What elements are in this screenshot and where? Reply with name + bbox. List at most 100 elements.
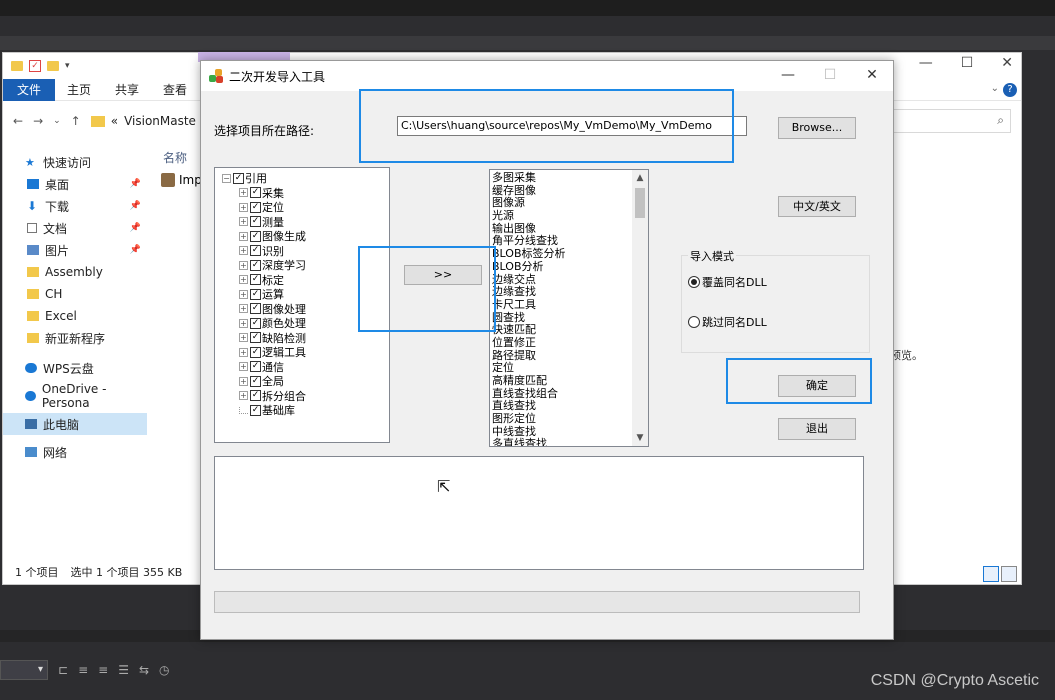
help-icon[interactable]: ?: [1003, 83, 1017, 97]
expand-icon[interactable]: +: [239, 347, 248, 357]
radio-skip-dll[interactable]: 跳过同名DLL: [688, 314, 767, 330]
expand-icon[interactable]: +: [239, 275, 248, 285]
radio-overwrite-dll[interactable]: 覆盖同名DLL: [688, 274, 767, 290]
new-folder-icon[interactable]: [47, 61, 59, 71]
radio-button[interactable]: [688, 316, 700, 328]
expand-icon[interactable]: +: [239, 376, 248, 386]
tree-item[interactable]: + ✓ 采集: [239, 186, 306, 201]
checkbox-checked[interactable]: ✓: [250, 201, 261, 213]
nav-item-desktop[interactable]: 桌面 📌: [3, 173, 147, 195]
nav-item-ch[interactable]: CH: [3, 283, 147, 305]
search-input[interactable]: ⌕: [886, 109, 1011, 133]
checkbox-checked[interactable]: ✓: [250, 390, 261, 402]
properties-icon[interactable]: ✓: [29, 60, 41, 72]
expand-icon[interactable]: +: [239, 202, 248, 212]
list-item[interactable]: 位置修正: [492, 336, 632, 350]
list-item[interactable]: 图形定位: [492, 412, 632, 426]
align-right-icon[interactable]: ≡: [98, 663, 108, 677]
align-center-icon[interactable]: ≡: [78, 663, 88, 677]
nav-item-pictures[interactable]: 图片 📌: [3, 239, 147, 261]
browse-button[interactable]: Browse...: [778, 117, 856, 139]
large-icons-view-icon[interactable]: [1001, 566, 1017, 582]
checkbox-checked[interactable]: ✓: [233, 172, 244, 184]
ribbon-tab-view[interactable]: 查看: [151, 81, 199, 98]
back-icon[interactable]: ←: [13, 114, 23, 128]
checkbox-checked[interactable]: ✓: [250, 259, 261, 271]
close-icon[interactable]: ✕: [1001, 55, 1013, 71]
expand-icon[interactable]: +: [239, 289, 248, 299]
tree-item[interactable]: + ✓ 通信: [239, 360, 306, 375]
reference-tree[interactable]: − ✓ 引用 + ✓ 采集 + ✓ 定位 + ✓ 测量 + ✓ 图像生成 + ✓ 识别 + ✓ 深度学习 + ✓ 标定 +…: [214, 167, 390, 443]
list-item[interactable]: 光源: [492, 209, 632, 223]
checkbox-checked[interactable]: ✓: [250, 404, 261, 416]
ribbon-tab-share[interactable]: 共享: [103, 81, 151, 98]
up-icon[interactable]: ↑: [71, 114, 81, 128]
history-dropdown-icon[interactable]: ⌄: [53, 116, 61, 126]
nav-wps-cloud[interactable]: WPS云盘: [3, 357, 147, 379]
nav-item-xinya[interactable]: 新亚新程序: [3, 327, 147, 349]
tree-item[interactable]: + ✓ 缺陷检测: [239, 331, 306, 346]
align-left-icon[interactable]: ⊏: [58, 663, 68, 677]
exit-button[interactable]: 退出: [778, 418, 856, 440]
tree-item[interactable]: + ✓ 图像生成: [239, 229, 306, 244]
radio-button[interactable]: [688, 276, 700, 288]
forward-icon[interactable]: →: [33, 114, 43, 128]
move-right-button[interactable]: >>: [404, 265, 482, 285]
address-path[interactable]: « VisionMaste: [90, 114, 196, 128]
nav-item-excel[interactable]: Excel: [3, 305, 147, 327]
details-view-icon[interactable]: [983, 566, 999, 582]
minimize-icon[interactable]: —: [919, 55, 933, 71]
scroll-up-icon[interactable]: ▲: [632, 170, 648, 186]
log-output-box[interactable]: [214, 456, 864, 570]
checkbox-checked[interactable]: ✓: [250, 332, 261, 344]
tree-item[interactable]: + ✓ 定位: [239, 200, 306, 215]
tool-listbox[interactable]: 多图采集 缓存图像 图像源 光源 输出图像 角平分线查找 BLOB标签分析 BLOB分析 边缘交…: [489, 169, 649, 447]
scroll-down-icon[interactable]: ▼: [632, 430, 648, 446]
checkbox-checked[interactable]: ✓: [250, 317, 261, 329]
collapse-icon[interactable]: −: [222, 173, 231, 183]
close-icon[interactable]: ✕: [851, 61, 893, 91]
breadcrumb-current[interactable]: VisionMaste: [124, 114, 196, 128]
checkbox-checked[interactable]: ✓: [250, 274, 261, 286]
checkbox-checked[interactable]: ✓: [250, 216, 261, 228]
list-item[interactable]: 边缘查找: [492, 285, 632, 299]
expand-icon[interactable]: +: [239, 362, 248, 372]
checkbox-checked[interactable]: ✓: [250, 375, 261, 387]
expand-icon[interactable]: +: [239, 304, 248, 314]
checkbox-checked[interactable]: ✓: [250, 245, 261, 257]
tree-item[interactable]: + ✓ 测量: [239, 215, 306, 230]
checkbox-checked[interactable]: ✓: [250, 346, 261, 358]
expand-ribbon-icon[interactable]: ⌄: [991, 83, 999, 94]
ribbon-tab-file[interactable]: 文件: [3, 78, 55, 101]
tree-item[interactable]: + ✓ 颜色处理: [239, 316, 306, 331]
nav-this-pc[interactable]: 此电脑: [3, 413, 147, 435]
nav-quick-access[interactable]: ★ 快速访问: [3, 151, 147, 173]
confirm-button[interactable]: 确定: [778, 375, 856, 397]
list-item[interactable]: BLOB分析: [492, 260, 632, 274]
tree-item[interactable]: + ✓ 识别: [239, 244, 306, 259]
checkbox-checked[interactable]: ✓: [250, 361, 261, 373]
minimize-icon[interactable]: —: [767, 61, 809, 91]
nav-item-downloads[interactable]: ⬇ 下载 📌: [3, 195, 147, 217]
folder-icon[interactable]: [11, 61, 23, 71]
checkbox-checked[interactable]: ✓: [250, 187, 261, 199]
expand-icon[interactable]: +: [239, 260, 248, 270]
tree-item[interactable]: + ✓ 图像处理: [239, 302, 306, 317]
checkbox-checked[interactable]: ✓: [250, 288, 261, 300]
tree-item[interactable]: + ✓ 深度学习: [239, 258, 306, 273]
language-toggle-button[interactable]: 中文/英文: [778, 196, 856, 217]
scroll-thumb[interactable]: [635, 188, 645, 218]
tree-item[interactable]: + ✓ 全局: [239, 374, 306, 389]
file-item[interactable]: Imp: [161, 173, 202, 187]
nav-item-documents[interactable]: 文档 📌: [3, 217, 147, 239]
dropdown-icon[interactable]: ▾: [65, 61, 70, 71]
clock-icon[interactable]: ◷: [159, 663, 169, 677]
ribbon-tab-home[interactable]: 主页: [55, 81, 103, 98]
list-item[interactable]: BLOB标签分析: [492, 247, 632, 261]
expand-icon[interactable]: +: [239, 231, 248, 241]
tree-root[interactable]: − ✓ 引用: [222, 171, 306, 186]
list-item[interactable]: 多图采集: [492, 171, 632, 185]
tree-item[interactable]: ✓ 基础库: [239, 403, 306, 418]
expand-icon[interactable]: +: [239, 188, 248, 198]
split-icon[interactable]: ⇆: [139, 663, 149, 677]
